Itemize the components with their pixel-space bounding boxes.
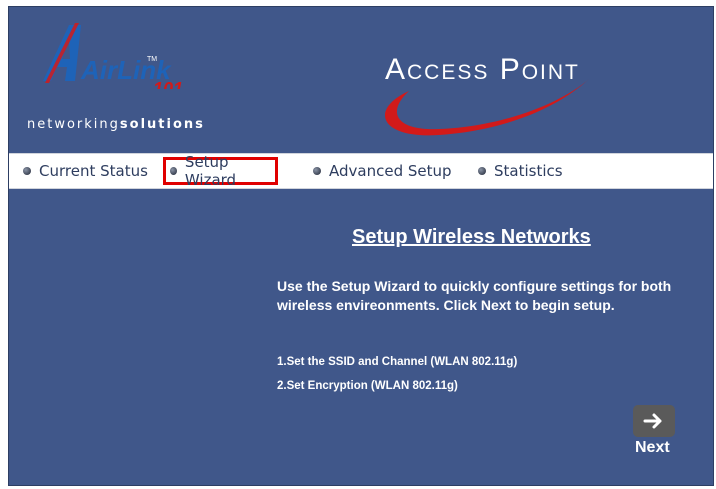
intro-line-2: wireless envireonments. Click Next to be… xyxy=(277,297,615,313)
nav-item-label: Current Status xyxy=(39,162,148,180)
nav-bar: Current Status Setup Wizard Advanced Set… xyxy=(9,153,713,189)
logo-number: 101 xyxy=(153,79,183,89)
next-arrow-box[interactable] xyxy=(633,405,675,437)
next-button[interactable]: Next xyxy=(633,405,677,461)
nav-item-label: Advanced Setup xyxy=(329,162,452,180)
nav-item-advanced-setup[interactable]: Advanced Setup xyxy=(309,157,456,185)
airlink-logo-icon: AirLink TM 101 xyxy=(43,23,183,89)
bullet-icon xyxy=(478,167,486,175)
header: AirLink TM 101 networkingsolutions Acces… xyxy=(9,7,713,153)
nav-item-setup-wizard[interactable]: Setup Wizard xyxy=(163,153,278,189)
arrow-right-icon xyxy=(643,413,662,429)
step-item: 1.Set the SSID and Channel (WLAN 802.11g… xyxy=(277,356,518,368)
nav-item-statistics[interactable]: Statistics xyxy=(474,157,567,185)
intro-text: Use the Setup Wizard to quickly configur… xyxy=(277,277,697,315)
brand-tagline: networkingsolutions xyxy=(27,117,205,132)
logo-tm: TM xyxy=(147,56,157,63)
bullet-icon xyxy=(170,167,177,175)
nav-item-label: Setup Wizard xyxy=(184,153,237,189)
tagline-prefix: networking xyxy=(27,117,120,132)
intro-line-1: Use the Setup Wizard to quickly configur… xyxy=(277,278,672,294)
page-header-title: Access Point xyxy=(385,53,580,86)
step-item: 2.Set Encryption (WLAN 802.11g) xyxy=(277,380,458,392)
tagline-suffix: solutions xyxy=(119,117,205,132)
page-title: Setup Wireless Networks xyxy=(352,226,591,248)
bullet-icon xyxy=(23,167,31,175)
app-frame: AirLink TM 101 networkingsolutions Acces… xyxy=(8,6,714,486)
bullet-icon xyxy=(313,167,321,175)
nav-item-label: Statistics xyxy=(494,162,563,180)
next-label[interactable]: Next xyxy=(635,439,670,457)
nav-item-current-status[interactable]: Current Status xyxy=(19,157,152,185)
